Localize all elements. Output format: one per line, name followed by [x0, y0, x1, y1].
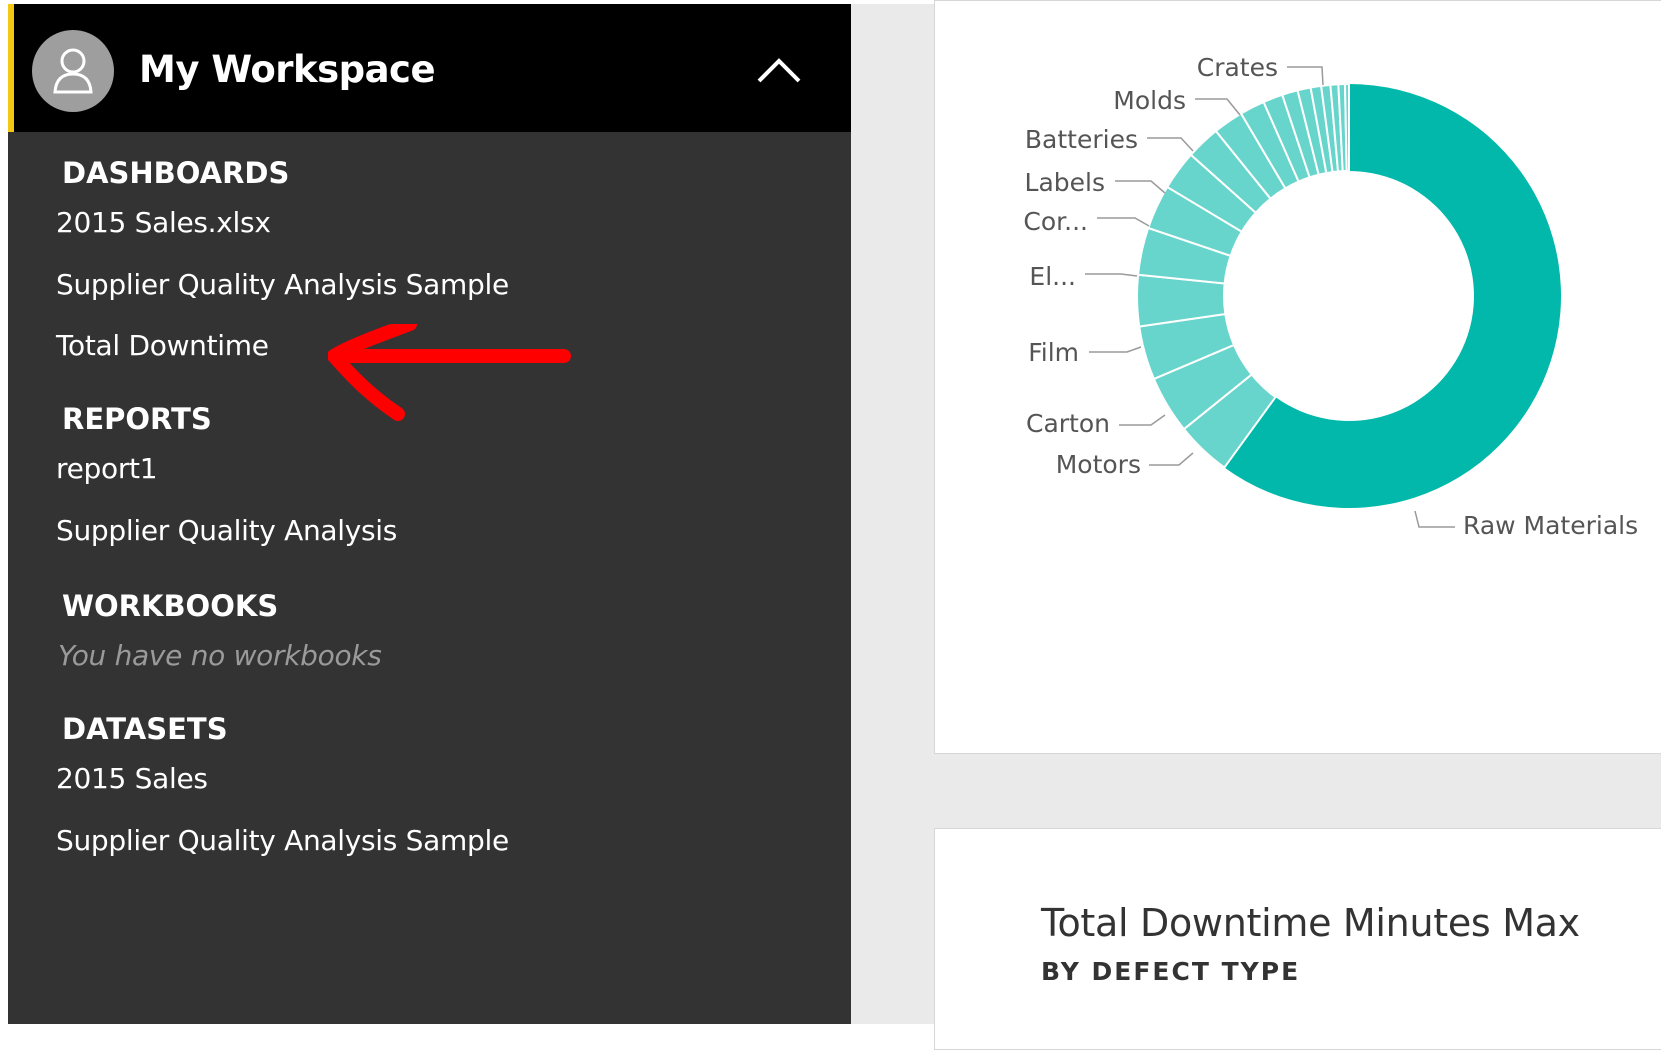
leader-line-el [1085, 273, 1138, 277]
dashboard-item-2015-sales-xlsx[interactable]: 2015 Sales.xlsx [56, 206, 271, 239]
leader-line-cor [1097, 217, 1150, 227]
downtime-minutes-tile[interactable]: Total Downtime Minutes Max BY DEFECT TYP… [934, 828, 1661, 1050]
leader-line-molds [1195, 98, 1241, 116]
leader-line-carton [1119, 414, 1166, 426]
section-heading-datasets: DATASETS [62, 712, 228, 746]
leader-line-raw-materials [1414, 510, 1455, 528]
slice-label-carton: Carton [1026, 409, 1110, 438]
workspace-title[interactable]: My Workspace [139, 48, 436, 91]
chevron-up-icon[interactable] [756, 56, 802, 84]
leader-line-film [1089, 346, 1142, 353]
dashboard-canvas: Raw Materials Motors Carton Film El... Cor...… [851, 0, 1661, 1050]
tile-title: Total Downtime Minutes Max [1041, 901, 1580, 945]
section-heading-workbooks: WORKBOOKS [62, 589, 279, 623]
slice-label-crates: Crates [1197, 53, 1278, 82]
tile-subtitle: BY DEFECT TYPE [1041, 957, 1301, 986]
donut-chart: Raw Materials Motors Carton Film El... Cor...… [1023, 53, 1638, 540]
slice-label-el: El... [1029, 262, 1076, 291]
slice-label-film: Film [1028, 338, 1079, 367]
leader-line-labels [1115, 180, 1166, 194]
slice-label-motors: Motors [1056, 450, 1141, 479]
slice-label-labels: Labels [1025, 168, 1105, 197]
active-accent-bar [8, 4, 14, 132]
slice-label-batteries: Batteries [1025, 125, 1138, 154]
user-icon [53, 48, 93, 94]
red-arrow-icon [328, 324, 571, 421]
section-heading-dashboards: DASHBOARDS [62, 156, 290, 190]
leader-line-crates [1287, 66, 1324, 86]
workbooks-empty-message: You have no workbooks [58, 639, 382, 672]
dataset-item-2015-sales[interactable]: 2015 Sales [56, 762, 208, 795]
donut-slice-unlabeled-18[interactable] [1343, 82, 1350, 173]
dataset-item-supplier-quality-analysis-sample[interactable]: Supplier Quality Analysis Sample [56, 824, 509, 857]
dashboard-item-supplier-quality-analysis-sample[interactable]: Supplier Quality Analysis Sample [56, 268, 509, 301]
report-item-report1[interactable]: report1 [56, 452, 158, 485]
workspace-nav-panel: My Workspace DASHBOARDS 2015 Sales.xlsx … [8, 4, 851, 1024]
slice-label-cor: Cor... [1023, 207, 1088, 236]
donut-chart-tile[interactable]: Raw Materials Motors Carton Film El... Cor...… [934, 0, 1661, 754]
avatar[interactable] [32, 30, 114, 112]
slice-label-molds: Molds [1113, 86, 1186, 115]
leader-line-motors [1149, 452, 1194, 466]
report-item-supplier-quality-analysis[interactable]: Supplier Quality Analysis [56, 514, 397, 547]
leader-line-batteries [1147, 137, 1194, 152]
section-heading-reports: REPORTS [62, 402, 212, 436]
dashboard-item-total-downtime[interactable]: Total Downtime [56, 329, 269, 362]
workspace-header[interactable]: My Workspace [8, 4, 851, 132]
slice-label-raw-materials: Raw Materials [1463, 511, 1638, 540]
